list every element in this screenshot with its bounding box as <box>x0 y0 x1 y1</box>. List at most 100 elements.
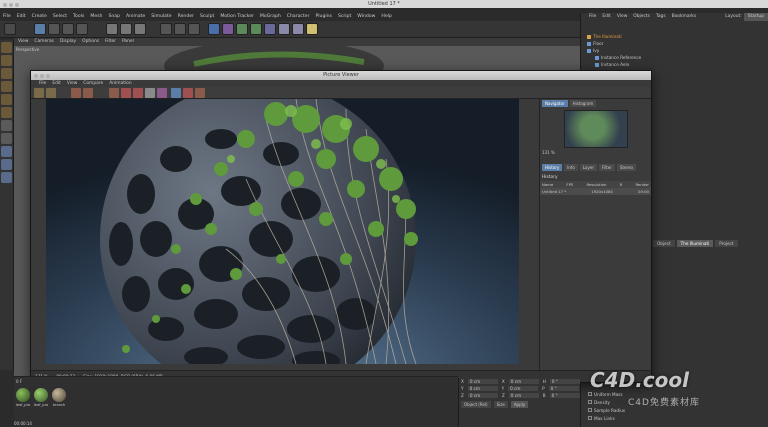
vp-menu-options[interactable]: Options <box>82 38 99 46</box>
y-axis-icon[interactable] <box>120 23 132 35</box>
rendered-image[interactable] <box>46 99 519 364</box>
menu-snap[interactable]: Snap <box>108 13 120 21</box>
tab-filter[interactable]: Filter <box>598 164 615 171</box>
channel-icon[interactable] <box>133 88 143 98</box>
pv-window-controls[interactable] <box>34 73 52 82</box>
tab-the-illuminati[interactable]: The Illuminati <box>676 240 714 247</box>
om-menu-tags[interactable]: Tags <box>656 13 666 21</box>
layout-dropdown[interactable]: Startup <box>743 13 768 21</box>
menu-select[interactable]: Select <box>53 13 67 21</box>
menu-create[interactable]: Create <box>32 13 47 21</box>
object-row[interactable]: Instance Reference <box>595 54 641 61</box>
tab-stereo[interactable]: Stereo <box>616 164 636 171</box>
material-swatch[interactable] <box>16 388 30 402</box>
object-row[interactable]: Ivy <box>587 47 599 54</box>
texture-mode-icon[interactable] <box>1 55 12 66</box>
render-view-icon[interactable] <box>160 23 172 35</box>
camera-icon[interactable] <box>292 23 304 35</box>
render-settings-icon[interactable] <box>188 23 200 35</box>
scene-icon[interactable] <box>278 23 290 35</box>
pv-menu-compare[interactable]: Compare <box>83 80 103 87</box>
rotate-tool-icon[interactable] <box>76 23 88 35</box>
tab-histogram[interactable]: Histogram <box>569 100 597 107</box>
pv-menu-edit[interactable]: Edit <box>52 80 61 87</box>
material-swatch[interactable] <box>52 388 66 402</box>
tab-navigator[interactable]: Navigator <box>542 100 568 107</box>
om-menu-objects[interactable]: Objects <box>633 13 650 21</box>
enable-axis-icon[interactable] <box>1 120 12 131</box>
workplane-icon[interactable] <box>1 68 12 79</box>
pv-menu-animation[interactable]: Animation <box>109 80 131 87</box>
planar-icon[interactable] <box>1 172 12 183</box>
vp-menu-cameras[interactable]: Cameras <box>34 38 54 46</box>
z-axis-icon[interactable] <box>134 23 146 35</box>
menu-render[interactable]: Render <box>178 13 194 21</box>
om-menu-edit[interactable]: Edit <box>602 13 611 21</box>
menu-help[interactable]: Help <box>381 13 391 21</box>
checkbox[interactable] <box>588 416 592 420</box>
select-tool-icon[interactable] <box>34 23 46 35</box>
histogram-icon[interactable] <box>195 88 205 98</box>
spline-icon[interactable] <box>222 23 234 35</box>
picture-viewer-title-bar[interactable]: Picture Viewer <box>31 71 651 80</box>
menu-animate[interactable]: Animate <box>126 13 145 21</box>
deformer-icon[interactable] <box>264 23 276 35</box>
coord-rotation-field[interactable]: 0 ° <box>549 379 580 384</box>
coord-size-field[interactable]: 0 cm <box>508 393 539 398</box>
stop-render-icon[interactable] <box>83 88 93 98</box>
navigator-thumbnail[interactable] <box>563 110 628 148</box>
om-menu-file[interactable]: File <box>589 13 596 21</box>
coord-position-field[interactable]: 0 cm <box>467 393 498 398</box>
tab-history[interactable]: History <box>542 164 563 171</box>
tweak-icon[interactable] <box>1 133 12 144</box>
cube-icon[interactable] <box>208 23 220 35</box>
close-dot[interactable] <box>3 3 7 7</box>
object-row[interactable]: The Illuminati <box>587 33 622 40</box>
option-row[interactable]: Max Links <box>580 414 768 422</box>
timeline[interactable]: 0 F <box>14 376 458 386</box>
menu-character[interactable]: Character <box>287 13 310 21</box>
menu-sculpt[interactable]: Sculpt <box>200 13 214 21</box>
pv-minimize-dot[interactable] <box>40 74 44 78</box>
checkbox[interactable] <box>588 400 592 404</box>
checkbox[interactable] <box>588 392 592 396</box>
menu-edit[interactable]: Edit <box>17 13 26 21</box>
lock-workplane-icon[interactable] <box>1 159 12 170</box>
coord-mode-dropdown[interactable]: Object (Rel) <box>461 401 491 408</box>
checkbox[interactable] <box>588 408 592 412</box>
tab-project[interactable]: Project <box>715 240 738 247</box>
menu-mograph[interactable]: MoGraph <box>260 13 281 21</box>
tab-layer[interactable]: Layer <box>579 164 597 171</box>
vp-menu-display[interactable]: Display <box>60 38 76 46</box>
full-screen-icon[interactable] <box>183 88 193 98</box>
array-icon[interactable] <box>250 23 262 35</box>
menu-mesh[interactable]: Mesh <box>90 13 102 21</box>
x-axis-icon[interactable] <box>106 23 118 35</box>
region-icon[interactable] <box>121 88 131 98</box>
vp-menu-panel[interactable]: Panel <box>122 38 134 46</box>
coord-position-field[interactable]: 0 cm <box>467 379 498 384</box>
coord-rotation-field[interactable]: 0 ° <box>548 386 579 391</box>
menu-script[interactable]: Script <box>338 13 351 21</box>
menu-window[interactable]: Window <box>357 13 375 21</box>
render-icon[interactable] <box>71 88 81 98</box>
maximize-dot[interactable] <box>15 3 19 7</box>
fit-icon[interactable] <box>171 88 181 98</box>
window-controls[interactable] <box>3 2 21 10</box>
menu-simulate[interactable]: Simulate <box>151 13 171 21</box>
minimize-dot[interactable] <box>9 3 13 7</box>
apply-button[interactable]: Apply <box>510 401 529 408</box>
coord-size-field[interactable]: 0 cm <box>508 386 539 391</box>
snap-icon[interactable] <box>1 146 12 157</box>
menu-motion-tracker[interactable]: Motion Tracker <box>220 13 254 21</box>
coord-rotation-field[interactable]: 0 ° <box>549 393 580 398</box>
coord-size-dropdown[interactable]: Size <box>493 401 508 408</box>
save-icon[interactable] <box>46 88 56 98</box>
render-picture-viewer-icon[interactable] <box>174 23 186 35</box>
stereo-icon[interactable] <box>157 88 167 98</box>
ab-compare-icon[interactable] <box>109 88 119 98</box>
object-row[interactable]: Floor <box>587 40 603 47</box>
navigator-zoom[interactable]: 131 % <box>540 150 651 155</box>
vp-menu-filter[interactable]: Filter <box>105 38 116 46</box>
nurbs-icon[interactable] <box>236 23 248 35</box>
